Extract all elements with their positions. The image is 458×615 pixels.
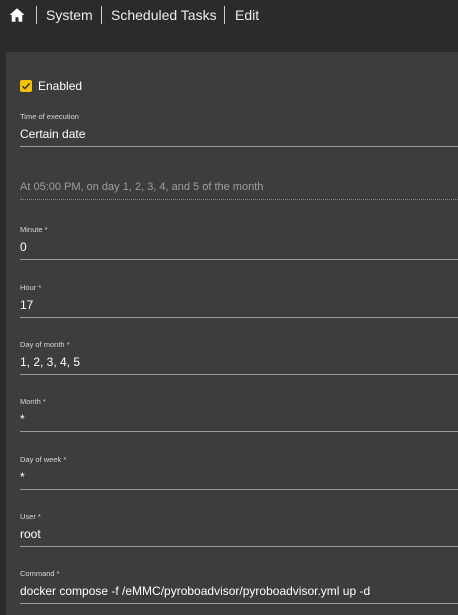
enabled-checkbox-row[interactable]: Enabled [20, 78, 82, 94]
month-label: Month * [20, 397, 46, 406]
day-of-week-input[interactable]: * [20, 469, 458, 485]
field-underline [20, 259, 458, 260]
breadcrumb-separator [36, 6, 37, 24]
day-of-week-field[interactable]: Day of week * * [20, 455, 458, 490]
user-field[interactable]: User * root [20, 512, 458, 547]
minute-label: Minute * [20, 225, 48, 234]
field-underline [20, 146, 458, 147]
enabled-label: Enabled [38, 79, 83, 93]
day-of-month-field[interactable]: Day of month * 1, 2, 3, 4, 5 [20, 340, 458, 375]
hour-field[interactable]: Hour * 17 [20, 283, 458, 318]
schedule-summary: At 05:00 PM, on day 1, 2, 3, 4, and 5 of… [20, 180, 458, 200]
breadcrumb-separator [101, 6, 102, 24]
home-icon[interactable] [8, 6, 26, 24]
minute-field[interactable]: Minute * 0 [20, 225, 458, 260]
top-bar: System Scheduled Tasks Edit [0, 0, 458, 32]
field-underline [20, 546, 458, 547]
time-of-execution-value[interactable]: Certain date [20, 126, 458, 142]
command-field[interactable]: Command * docker compose -f /eMMC/pyrobo… [20, 569, 458, 604]
summary-divider [20, 199, 458, 200]
day-of-month-label: Day of month * [20, 340, 70, 349]
month-input[interactable]: * [20, 411, 458, 427]
check-icon [22, 82, 31, 90]
user-label: User * [20, 512, 41, 521]
day-of-week-label: Day of week * [20, 455, 67, 464]
command-label: Command * [20, 569, 60, 578]
day-of-month-input[interactable]: 1, 2, 3, 4, 5 [20, 354, 458, 370]
field-underline [20, 489, 458, 490]
breadcrumb-edit: Edit [235, 7, 260, 23]
breadcrumb-system[interactable]: System [46, 6, 93, 24]
command-input[interactable]: docker compose -f /eMMC/pyroboadvisor/py… [20, 583, 458, 599]
schedule-summary-text: At 05:00 PM, on day 1, 2, 3, 4, and 5 of… [20, 181, 264, 193]
breadcrumb-separator [224, 6, 225, 24]
time-of-execution-label: Time of execution [20, 112, 79, 121]
minute-input[interactable]: 0 [20, 239, 458, 255]
enabled-checkbox[interactable] [20, 80, 32, 92]
hour-label: Hour * [20, 283, 42, 292]
edit-task-form: Enabled Time of execution Certain date A… [6, 52, 458, 615]
month-field[interactable]: Month * * [20, 397, 458, 432]
user-input[interactable]: root [20, 526, 458, 542]
hour-input[interactable]: 17 [20, 297, 458, 313]
field-underline [20, 603, 458, 604]
field-underline [20, 431, 458, 432]
field-underline [20, 374, 458, 375]
time-of-execution-select[interactable]: Time of execution Certain date [20, 112, 458, 147]
breadcrumb-scheduled-tasks[interactable]: Scheduled Tasks [111, 6, 217, 24]
field-underline [20, 317, 458, 318]
